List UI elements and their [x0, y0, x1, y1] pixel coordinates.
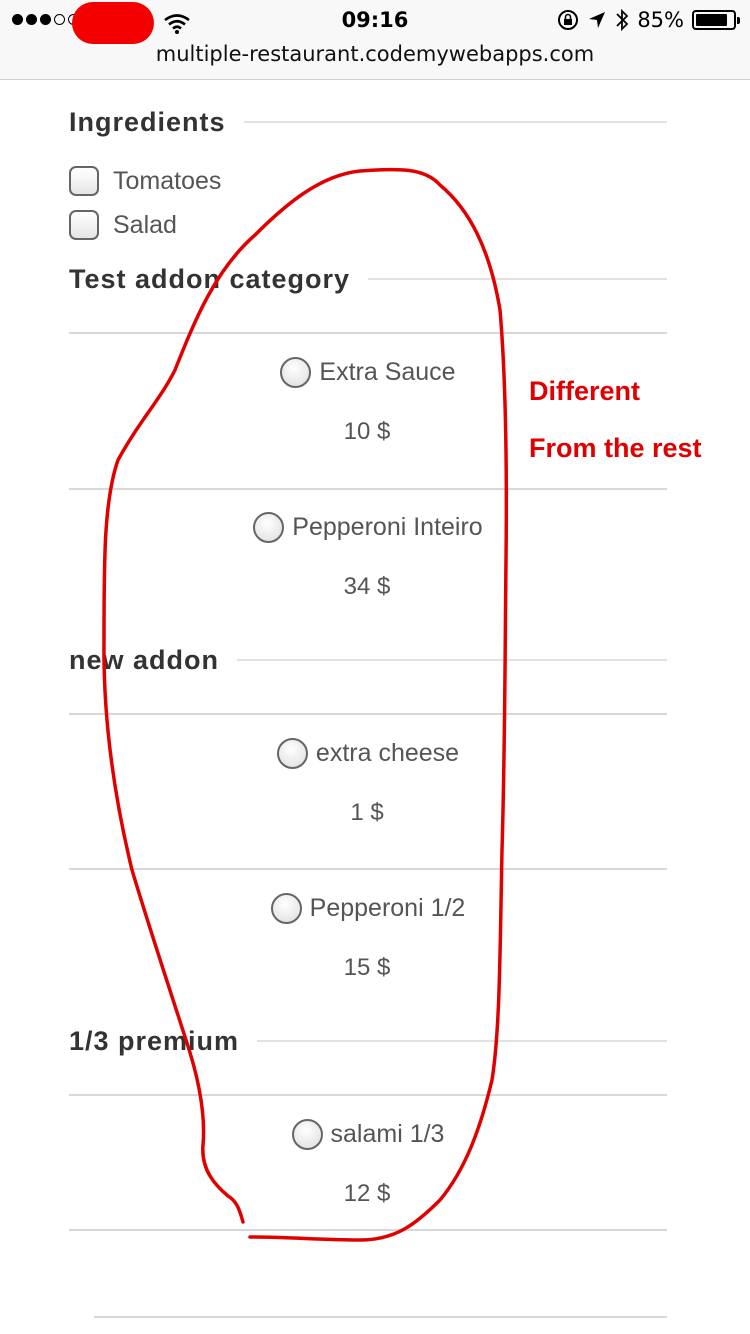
addon-option-label: extra cheese: [315, 738, 460, 767]
ingredient-label: Salad: [113, 210, 177, 239]
row-divider: [69, 1094, 667, 1096]
browser-status-bar: 09:16 85% multiple-restaurant.codemyweba…: [0, 0, 750, 80]
rotation-lock-icon: [558, 10, 579, 30]
tomatoes-checkbox[interactable]: [69, 166, 99, 196]
pepperoni-half-radio[interactable]: [270, 892, 302, 924]
battery-percent: 85%: [637, 8, 684, 32]
heading-divider: [243, 121, 667, 123]
location-arrow-icon: [589, 12, 606, 28]
price-value: 1 $: [350, 799, 384, 826]
row-divider: [69, 868, 667, 870]
ingredients-heading: Ingredients: [69, 102, 667, 142]
addon-option-pepperoni-inteiro[interactable]: Pepperoni Inteiro: [69, 509, 667, 545]
addon-option-price: 15 $: [69, 954, 667, 982]
pepperoni-inteiro-radio[interactable]: [253, 511, 285, 543]
row-divider: [69, 713, 667, 715]
ingredients-heading-label: Ingredients: [69, 106, 226, 137]
addon-option-pepperoni-half[interactable]: Pepperoni 1/2: [69, 890, 667, 926]
addon-option-price: 12 $: [69, 1180, 667, 1208]
heading-divider: [257, 1040, 667, 1042]
addon-option-label: Pepperoni Inteiro: [292, 512, 483, 541]
row-divider: [69, 488, 667, 490]
addon-option-salami-third[interactable]: salami 1/3: [69, 1116, 667, 1152]
addon-group-heading-label: 1/3 premium: [69, 1025, 240, 1056]
addon-group-heading: new addon: [69, 640, 667, 680]
heading-divider: [368, 278, 667, 280]
annotation-note-line1: Different: [529, 376, 641, 406]
addon-option-price: 34 $: [69, 573, 667, 601]
annotation-note-line2: From the rest: [529, 433, 702, 463]
price-value: 12 $: [343, 1180, 391, 1207]
url-bar[interactable]: multiple-restaurant.codemywebapps.com: [0, 42, 750, 66]
addon-group-heading-label: Test addon category: [69, 263, 351, 294]
extra-sauce-radio[interactable]: [280, 356, 312, 388]
battery-level: [696, 14, 727, 26]
ingredient-label: Tomatoes: [113, 166, 222, 195]
price-value: 10 $: [343, 418, 391, 445]
addon-option-label: salami 1/3: [330, 1119, 445, 1148]
salad-checkbox[interactable]: [69, 210, 99, 240]
heading-divider: [237, 659, 667, 661]
status-right-group: 85%: [557, 8, 740, 32]
row-divider: [69, 332, 667, 334]
ingredient-option-salad[interactable]: Salad: [69, 208, 177, 242]
addon-group-heading: 1/3 premium: [69, 1021, 667, 1061]
price-value: 34 $: [343, 573, 391, 600]
addon-option-label: Extra Sauce: [319, 357, 456, 386]
ingredient-option-tomatoes[interactable]: Tomatoes: [69, 164, 221, 198]
addon-group-heading-label: new addon: [69, 644, 219, 675]
addon-option-label: Pepperoni 1/2: [309, 893, 466, 922]
bluetooth-icon: [616, 8, 629, 32]
battery-icon: [692, 10, 740, 30]
addon-group-heading: Test addon category: [69, 259, 667, 299]
addon-option-price: 1 $: [69, 799, 667, 827]
status-row: 09:16 85%: [0, 2, 750, 44]
salami-third-radio[interactable]: [291, 1118, 323, 1150]
row-divider: [69, 1229, 667, 1231]
footer-divider: [94, 1316, 667, 1318]
price-value: 15 $: [343, 954, 391, 981]
addon-option-extra-cheese[interactable]: extra cheese: [69, 735, 667, 771]
extra-cheese-radio[interactable]: [276, 737, 308, 769]
